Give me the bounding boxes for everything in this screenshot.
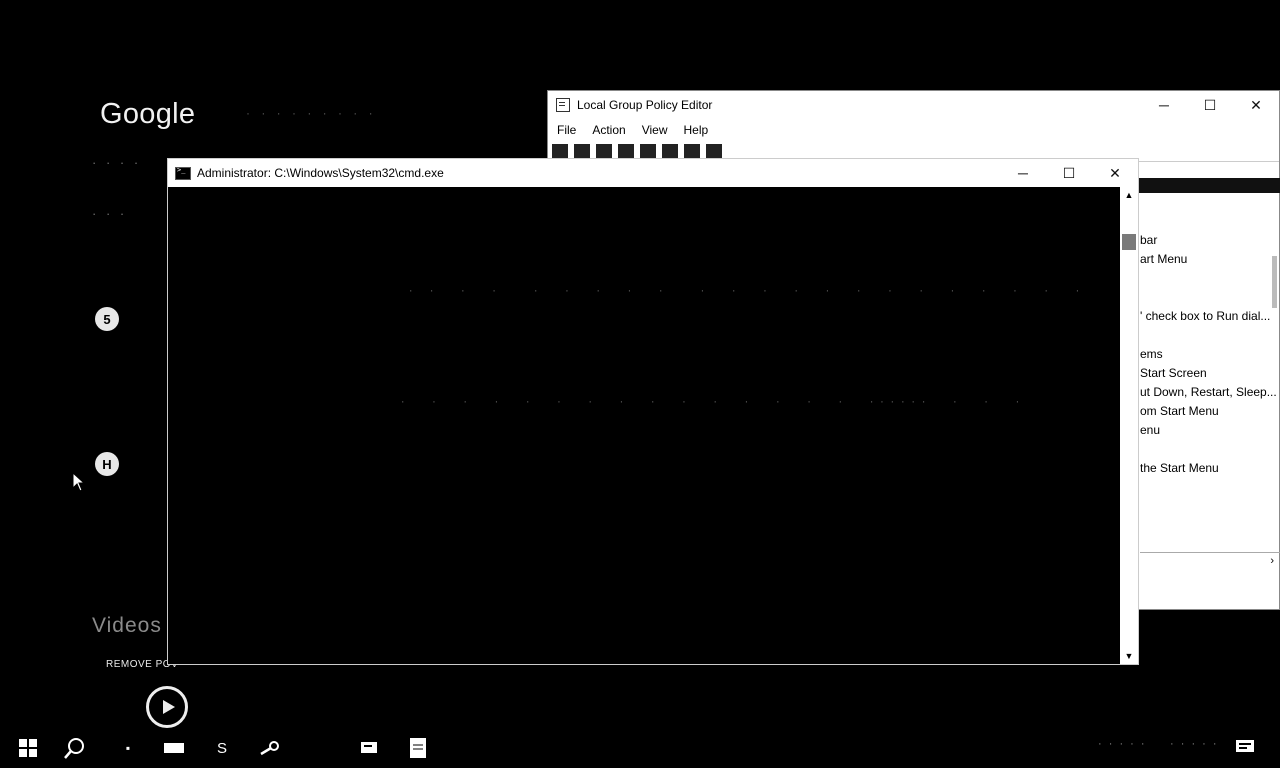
nav-link-faint[interactable]: · · · · [92, 155, 141, 170]
console-line: · · · · · · · · · · · · · · · · · · · · … [408, 287, 1086, 297]
search-box-faint[interactable]: · · · · · · · · · [246, 106, 377, 120]
gpe-title-text: Local Group Policy Editor [577, 98, 713, 112]
result-site-icon-2: H [95, 452, 119, 476]
list-item[interactable]: enu [1140, 421, 1277, 440]
google-logo[interactable]: Google [100, 98, 195, 131]
list-item[interactable] [1140, 326, 1277, 345]
search-icon[interactable] [62, 736, 88, 760]
list-item[interactable] [1140, 440, 1277, 459]
scroll-up-icon[interactable]: ▲ [1120, 187, 1138, 203]
console-line: · · · · · · · · · · · · · · · ······ · ·… [400, 398, 1026, 408]
system-tray-icons[interactable]: · · · · · [1098, 738, 1147, 750]
file-explorer-icon[interactable] [162, 736, 186, 760]
list-item[interactable]: ' check box to Run dial... [1140, 307, 1277, 326]
close-button[interactable]: ✕ [1092, 159, 1138, 187]
up-folder-icon[interactable] [596, 144, 612, 158]
scroll-thumb[interactable] [1122, 234, 1136, 250]
desktop: Google · · · · · · · · · · · · · · · · 5… [0, 0, 1280, 728]
menu-action[interactable]: Action [592, 123, 625, 137]
videos-heading: Videos [92, 614, 162, 637]
menu-view[interactable]: View [642, 123, 668, 137]
horizontal-scrollbar[interactable]: › [1140, 552, 1280, 568]
menu-file[interactable]: File [557, 123, 576, 137]
mouse-cursor-icon [72, 472, 86, 492]
list-item[interactable] [1140, 288, 1277, 307]
play-icon[interactable] [146, 686, 188, 728]
result-site-icon: 5 [95, 307, 119, 331]
back-arrow-icon[interactable] [552, 144, 568, 158]
extended-view-icon[interactable] [684, 144, 700, 158]
list-item[interactable] [1140, 269, 1277, 288]
task-view-icon[interactable]: ▪ [120, 736, 136, 760]
maximize-button[interactable]: ☐ [1187, 91, 1233, 119]
gpe-menu-bar: File Action View Help [548, 119, 1279, 141]
steam-icon[interactable] [258, 736, 282, 760]
cmd-scrollbar[interactable]: ▲ ▼ [1120, 187, 1138, 664]
cmd-title-text: Administrator: C:\Windows\System32\cmd.e… [197, 166, 444, 180]
vertical-scrollbar-thumb[interactable] [1272, 256, 1277, 308]
scroll-right-icon[interactable]: › [1270, 555, 1274, 567]
list-item[interactable]: Start Screen [1140, 364, 1277, 383]
gpe-app-icon [556, 98, 570, 112]
console-output[interactable]: · · · · · · · · · · · · · · · · · · · · … [168, 187, 1120, 664]
properties-icon[interactable] [640, 144, 656, 158]
settings-list: bar art Menu ' check box to Run dial... … [1140, 231, 1277, 478]
menu-help[interactable]: Help [684, 123, 709, 137]
clock[interactable]: · · · · · [1170, 738, 1219, 750]
list-item[interactable]: ems [1140, 345, 1277, 364]
list-item[interactable]: bar [1140, 231, 1277, 250]
start-windows-icon[interactable] [16, 736, 40, 760]
scroll-down-icon[interactable]: ▼ [1120, 648, 1138, 664]
list-item[interactable]: ut Down, Restart, Sleep... [1140, 383, 1277, 402]
list-item[interactable]: om Start Menu [1140, 402, 1277, 421]
maximize-button[interactable]: ☐ [1046, 159, 1092, 187]
forward-arrow-icon[interactable] [574, 144, 590, 158]
list-item[interactable]: art Menu [1140, 250, 1277, 269]
taskbar: ▪ S [0, 728, 1280, 768]
list-header [1138, 178, 1280, 193]
cmd-window[interactable]: Administrator: C:\Windows\System32\cmd.e… [167, 158, 1139, 665]
group-policy-taskbar-icon[interactable] [358, 736, 382, 760]
action-center-icon[interactable] [1233, 736, 1257, 760]
filter-icon[interactable] [706, 144, 722, 158]
nav-link-faint-2[interactable]: · · · [92, 206, 127, 221]
skype-icon[interactable]: S [212, 736, 232, 760]
terminal-icon [175, 166, 191, 180]
show-hide-tree-icon[interactable] [618, 144, 634, 158]
gpe-title-bar[interactable]: Local Group Policy Editor ─ ☐ ✕ [548, 91, 1279, 119]
notepad-icon[interactable] [406, 736, 430, 760]
help-icon[interactable] [662, 144, 678, 158]
cmd-title-bar[interactable]: Administrator: C:\Windows\System32\cmd.e… [168, 159, 1138, 187]
list-item[interactable]: the Start Menu [1140, 459, 1277, 478]
minimize-button[interactable]: ─ [1141, 91, 1187, 119]
close-button[interactable]: ✕ [1233, 91, 1279, 119]
minimize-button[interactable]: ─ [1000, 159, 1046, 187]
